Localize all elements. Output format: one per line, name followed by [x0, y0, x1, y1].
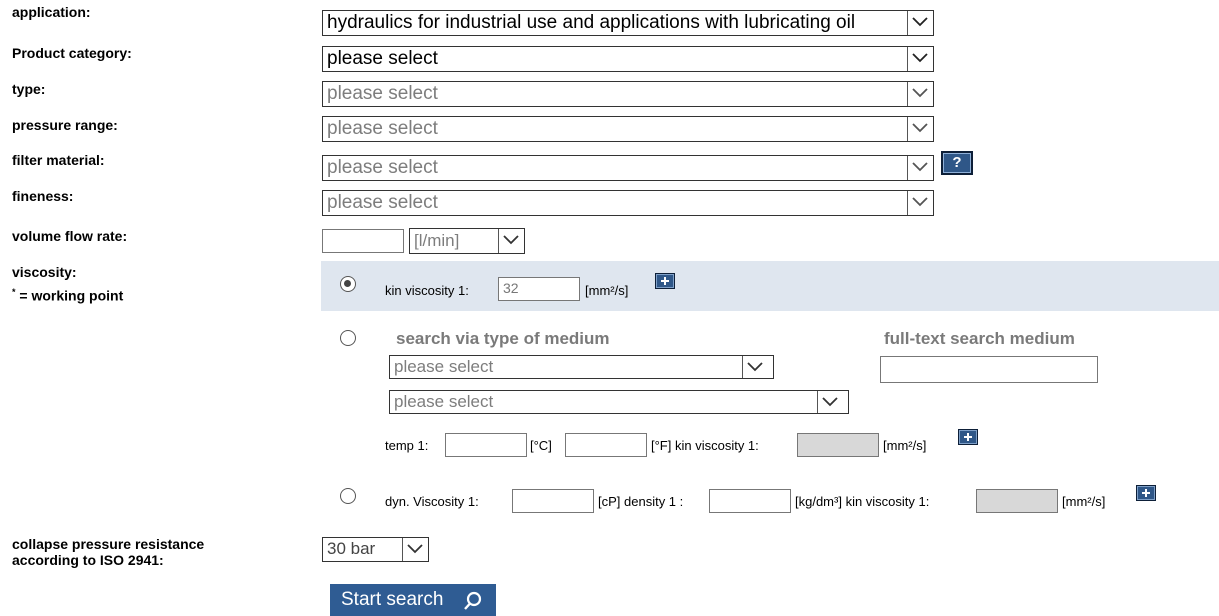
- start-search-button[interactable]: Start search: [330, 584, 496, 616]
- fineness-select-value: please select: [327, 192, 438, 213]
- help-icon[interactable]: ?: [941, 151, 973, 175]
- product-category-select-value: please select: [327, 48, 438, 69]
- radio-dyn-viscosity[interactable]: [340, 488, 356, 504]
- chevron-down-icon: [817, 391, 848, 413]
- temp-celsius-input[interactable]: [445, 433, 527, 457]
- pressure-range-select[interactable]: please select: [322, 116, 934, 142]
- density-input[interactable]: [709, 489, 791, 513]
- kin-viscosity-unit-3: [mm²/s]: [1062, 494, 1106, 509]
- application-select[interactable]: hydraulics for industrial use and applic…: [322, 10, 934, 36]
- type-select[interactable]: please select: [322, 81, 934, 107]
- label-collapse-pressure: collapse pressure resistance according to…: [12, 536, 204, 568]
- add-dyn-icon[interactable]: [1136, 485, 1156, 501]
- medium-type-select-value: please select: [394, 357, 494, 376]
- chevron-down-icon: [907, 82, 933, 106]
- application-select-value: hydraulics for industrial use and applic…: [327, 12, 856, 33]
- radio-kin-viscosity[interactable]: [340, 276, 356, 292]
- flow-unit-select[interactable]: [l/min]: [409, 228, 525, 254]
- medium-select-value: please select: [394, 392, 494, 411]
- chevron-down-icon: [907, 11, 933, 35]
- search-icon: [464, 591, 482, 610]
- label-type: type:: [12, 81, 46, 97]
- chevron-down-icon: [907, 47, 933, 71]
- chevron-down-icon: [907, 117, 933, 141]
- flow-unit-select-value: [l/min]: [414, 231, 460, 250]
- fahrenheit-unit: [°F] kin viscosity 1:: [651, 438, 759, 453]
- kin-viscosity-unit: [mm²/s]: [585, 283, 629, 298]
- pressure-range-select-value: please select: [327, 118, 438, 139]
- type-select-value: please select: [327, 83, 438, 104]
- label-product-category: Product category:: [12, 45, 132, 61]
- chevron-down-icon: [907, 191, 933, 215]
- fulltext-header: full-text search medium: [884, 329, 1075, 348]
- temp-fahrenheit-input[interactable]: [565, 433, 647, 457]
- label-application: application:: [12, 4, 91, 20]
- radio-selected-dot: [344, 280, 351, 287]
- fineness-select[interactable]: please select: [322, 190, 934, 216]
- add-temp-icon[interactable]: [958, 429, 978, 445]
- chevron-down-icon: [742, 356, 773, 378]
- label-volume-flow-rate: volume flow rate:: [12, 228, 128, 244]
- working-point-text: = working point: [19, 287, 124, 304]
- chevron-down-icon: [498, 229, 524, 253]
- density-unit: [kg/dm³] kin viscosity 1:: [795, 494, 930, 509]
- dyn-viscosity-label: dyn. Viscosity 1:: [385, 494, 479, 509]
- label-fineness: fineness:: [12, 188, 74, 204]
- kin-viscosity-result-2: [976, 489, 1058, 513]
- add-viscosity-icon[interactable]: [655, 273, 675, 289]
- label-working-point: * = working point: [12, 284, 123, 304]
- collapse-pressure-select[interactable]: 30 bar: [322, 537, 429, 562]
- temp-label: temp 1:: [385, 438, 429, 453]
- celsius-unit: [°C]: [530, 438, 552, 453]
- filter-material-select-value: please select: [327, 157, 438, 178]
- radio-medium-type[interactable]: [340, 330, 356, 346]
- kin-viscosity-result-1: [797, 433, 879, 457]
- label-viscosity: viscosity:: [12, 264, 77, 280]
- collapse-line1: collapse pressure resistance: [12, 536, 205, 552]
- fulltext-medium-input[interactable]: [880, 356, 1098, 383]
- working-point-star: *: [12, 287, 16, 297]
- product-category-select[interactable]: please select: [322, 46, 934, 72]
- kin-viscosity-input[interactable]: 32: [498, 277, 580, 301]
- cp-unit: [cP] density 1 :: [598, 494, 684, 509]
- chevron-down-icon: [907, 156, 933, 180]
- flow-rate-input[interactable]: [322, 229, 404, 253]
- dyn-viscosity-input[interactable]: [512, 489, 594, 513]
- filter-material-select[interactable]: please select: [322, 155, 934, 181]
- label-pressure-range: pressure range:: [12, 117, 118, 133]
- label-filter-material: filter material:: [12, 152, 105, 168]
- chevron-down-icon: [402, 538, 428, 561]
- medium-select[interactable]: please select: [389, 390, 849, 414]
- collapse-pressure-select-value: 30 bar: [327, 539, 376, 558]
- kin-viscosity-label: kin viscosity 1:: [385, 283, 469, 298]
- medium-type-select[interactable]: please select: [389, 355, 774, 379]
- kin-viscosity-unit-2: [mm²/s]: [883, 438, 927, 453]
- medium-type-header: search via type of medium: [396, 329, 610, 348]
- start-search-label: Start search: [341, 589, 444, 610]
- collapse-line2: according to ISO 2941:: [12, 552, 164, 568]
